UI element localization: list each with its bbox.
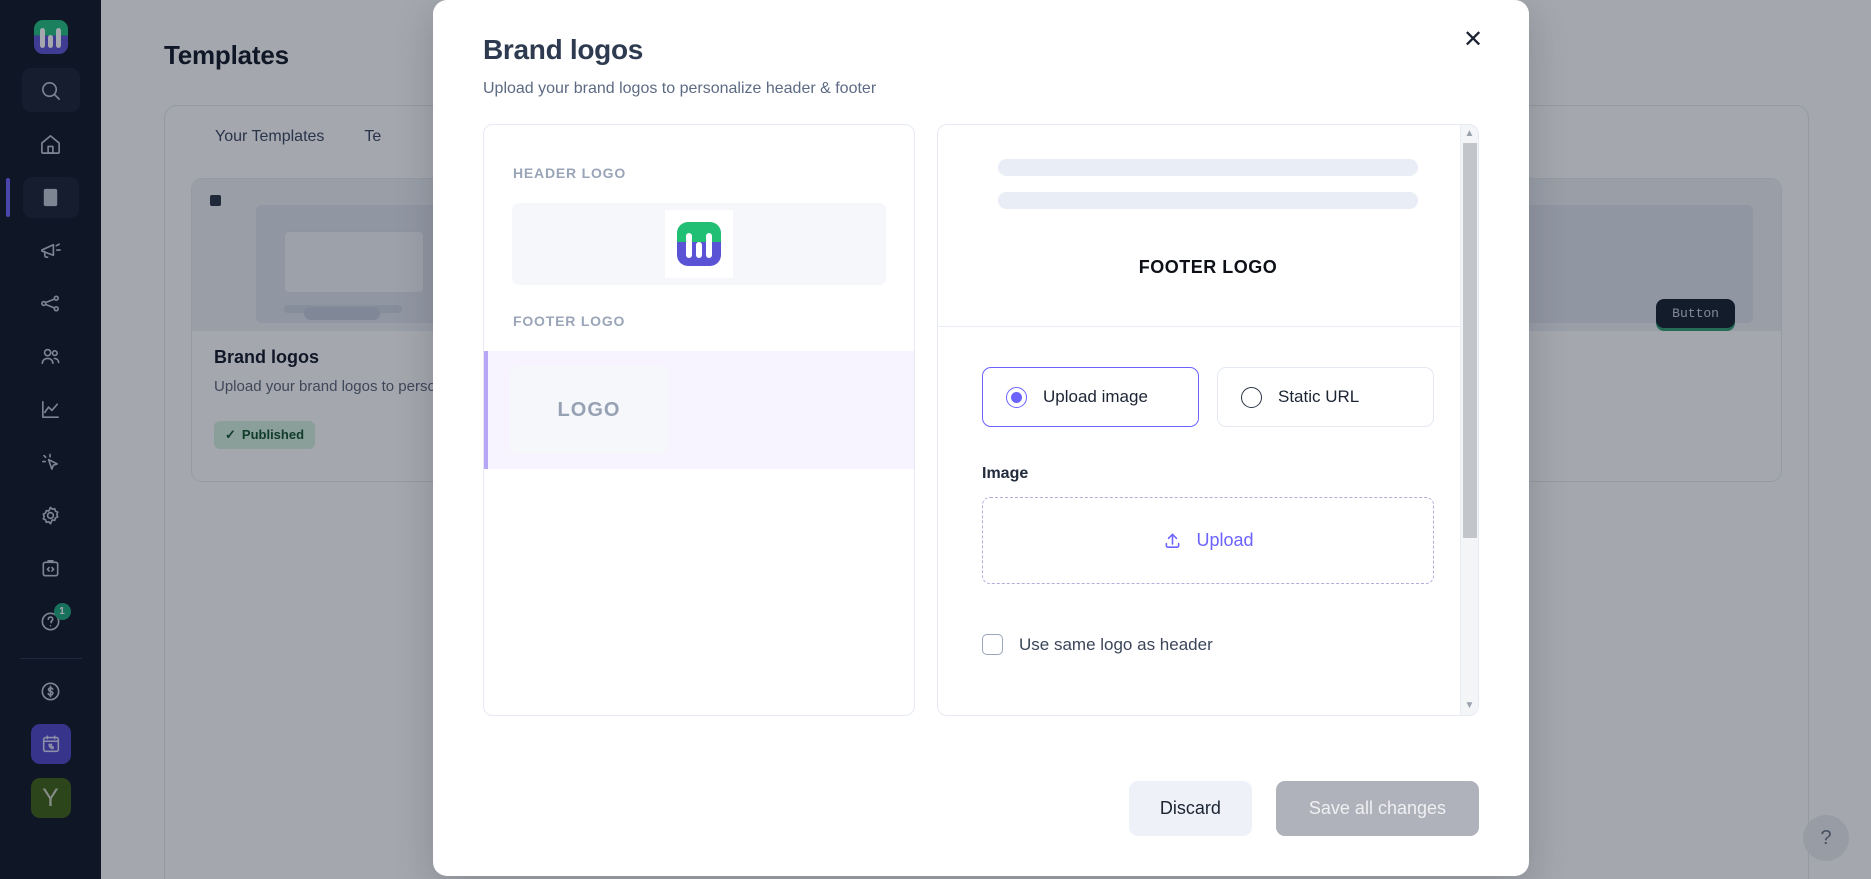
modal-body: HEADER LOGO FOOTER LOGO LOGO FOOTER LOGO: [433, 98, 1529, 747]
scrollbar-thumb[interactable]: [1463, 143, 1477, 538]
footer-logo-placeholder: LOGO: [510, 366, 668, 454]
header-logo-row[interactable]: [512, 203, 886, 285]
save-all-changes-button[interactable]: Save all changes: [1275, 781, 1479, 836]
use-same-logo-row[interactable]: Use same logo as header: [982, 634, 1434, 655]
logo-source-options: Upload image Static URL: [982, 367, 1434, 427]
logo-preview-panel: HEADER LOGO FOOTER LOGO LOGO: [483, 124, 915, 716]
radio-upload-image-label: Upload image: [1043, 387, 1148, 406]
settings-scrollbar[interactable]: ▲ ▼: [1460, 125, 1478, 715]
footer-logo-label: FOOTER LOGO: [513, 313, 626, 329]
upload-label: Upload: [1196, 530, 1254, 550]
logo-source-form: Upload image Static URL Image Upload Use…: [938, 327, 1478, 655]
brand-logos-modal: Brand logos Upload your brand logos to p…: [433, 0, 1529, 876]
discard-button[interactable]: Discard: [1128, 781, 1252, 836]
logo-settings-panel: FOOTER LOGO Upload image Static URL Imag…: [937, 124, 1479, 716]
use-same-logo-checkbox[interactable]: [982, 634, 1003, 655]
modal-title: Brand logos: [483, 34, 644, 65]
upload-icon: [1166, 533, 1180, 548]
scroll-up-arrow-icon[interactable]: ▲: [1465, 129, 1475, 139]
radio-upload-image[interactable]: Upload image: [982, 367, 1199, 427]
use-same-logo-label: Use same logo as header: [1019, 634, 1213, 654]
modal-header: Brand logos Upload your brand logos to p…: [433, 0, 1529, 98]
upload-dropzone[interactable]: Upload: [982, 497, 1434, 584]
radio-static-url-label: Static URL: [1278, 387, 1360, 406]
settings-preview-skeleton: FOOTER LOGO: [938, 125, 1478, 278]
image-field-label: Image: [982, 465, 1029, 482]
footer-logo-row[interactable]: LOGO: [484, 351, 914, 469]
radio-unselected-icon: [1241, 386, 1262, 408]
close-icon[interactable]: ✕: [1455, 22, 1491, 58]
scroll-down-arrow-icon[interactable]: ▼: [1465, 701, 1475, 711]
radio-selected-icon: [1006, 386, 1027, 408]
modal-footer: Discard Save all changes: [433, 747, 1529, 876]
skeleton-bar: [998, 159, 1418, 176]
settings-preview-title: FOOTER LOGO: [1138, 257, 1278, 277]
skeleton-bar: [998, 192, 1418, 209]
radio-static-url[interactable]: Static URL: [1217, 367, 1434, 427]
mailmodo-logo-icon: [677, 222, 721, 266]
modal-subtitle: Upload your brand logos to personalize h…: [483, 80, 877, 97]
header-logo-label: HEADER LOGO: [513, 165, 627, 181]
